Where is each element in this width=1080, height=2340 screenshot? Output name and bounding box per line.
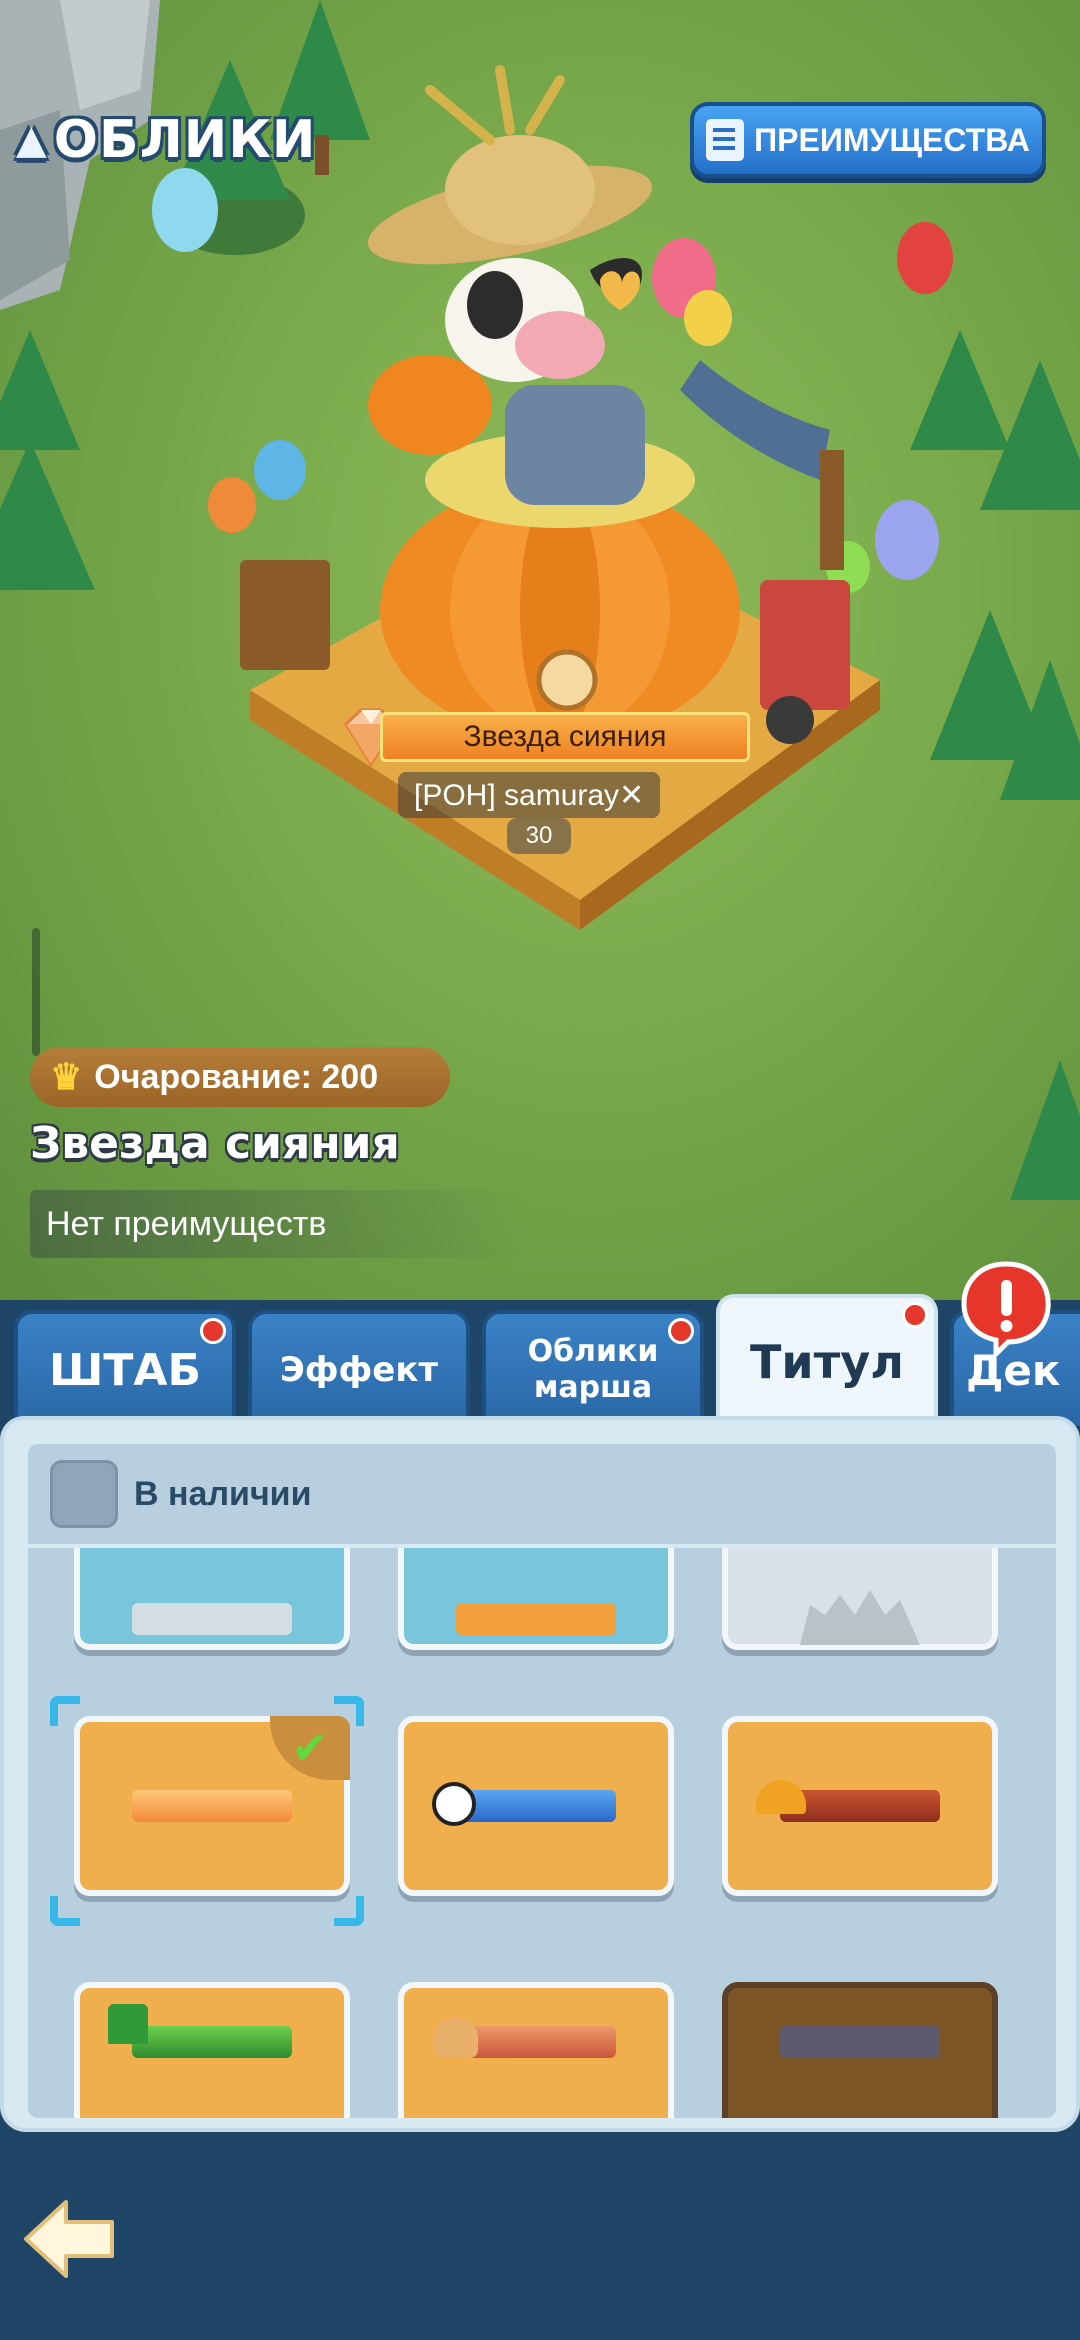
tab-label: Титул	[750, 1335, 904, 1389]
tree-icon: ▲	[16, 117, 48, 163]
tab-label: Эффект	[279, 1350, 439, 1390]
tab-hq[interactable]: ШТАБ	[14, 1310, 236, 1426]
football-frame-icon	[456, 1790, 616, 1822]
player-tag-label: [POH] samuray✕	[414, 778, 645, 812]
scroll-indicator[interactable]	[32, 928, 40, 1056]
shining-star-frame-icon	[132, 1790, 292, 1822]
title-card[interactable]	[398, 1548, 674, 1650]
title-card[interactable]	[74, 1982, 350, 2118]
orange-frame-icon	[456, 1603, 616, 1635]
balloon	[684, 290, 732, 346]
title-card-locked[interactable]	[722, 1982, 998, 2118]
balloon	[208, 477, 256, 533]
tab-title[interactable]: Титул	[716, 1294, 938, 1426]
crown-icon: ♛	[50, 1056, 83, 1097]
title-grid[interactable]: ✔	[28, 1548, 1056, 2118]
filter-bar: В наличии	[28, 1444, 1056, 1544]
back-arrow-icon[interactable]	[20, 2194, 120, 2284]
perks-text: Нет преимуществ	[46, 1204, 327, 1243]
title-card[interactable]	[398, 1716, 674, 1896]
skin-name-plate: Звезда сияния	[380, 712, 750, 762]
balloon	[152, 168, 218, 252]
notification-dot	[668, 1318, 694, 1344]
perks-box: Нет преимуществ	[30, 1190, 530, 1258]
tractor	[760, 580, 850, 710]
title-card[interactable]	[722, 1548, 998, 1650]
selection-corner	[50, 1696, 80, 1726]
category-tabs: ШТАБ Эффект Облики марша Титул Дек	[0, 1290, 1080, 1426]
balloon	[254, 440, 306, 500]
player-level-label: 30	[525, 822, 553, 849]
soccer-ball-icon	[432, 1782, 476, 1826]
advantages-button-label: ПРЕИМУЩЕСТВА	[754, 121, 1030, 158]
selection-corner	[50, 1896, 80, 1926]
player-tag: [POH] samuray✕	[398, 772, 661, 818]
football-frame	[432, 1782, 616, 1826]
skin-preview-scene: ▲ ОБЛИКИ ПРЕИМУЩЕСТВА Звезда сияния [POH…	[0, 0, 1080, 1300]
charm-badge: ♛ Очарование: 200	[30, 1047, 450, 1107]
sandwich-frame-icon	[456, 2026, 616, 2058]
notification-dot	[902, 1302, 928, 1328]
leprechaun-frame-icon	[132, 2026, 292, 2058]
hardhat-frame	[756, 1780, 940, 1822]
screen-title: ▲ ОБЛИКИ	[16, 110, 316, 170]
title-card-selected[interactable]: ✔	[74, 1716, 350, 1896]
available-checkbox[interactable]	[50, 1460, 118, 1528]
sandwich-frame	[434, 2018, 616, 2058]
balloon	[875, 500, 939, 580]
tab-label: ШТАБ	[49, 1344, 201, 1396]
title-card[interactable]	[74, 1548, 350, 1650]
tab-march-skins[interactable]: Облики марша	[482, 1310, 704, 1426]
title-card[interactable]	[398, 1982, 674, 2118]
skin-name-plate-label: Звезда сияния	[463, 720, 667, 753]
notification-dot	[200, 1318, 226, 1344]
sandwich-icon	[434, 2018, 478, 2058]
selection-corner	[334, 1696, 364, 1726]
charm-label: Очарование: 200	[94, 1057, 379, 1096]
document-icon	[706, 119, 745, 161]
leprechaun-hat-icon	[108, 2004, 148, 2044]
selection-corner	[334, 1896, 364, 1926]
available-filter-label: В наличии	[134, 1474, 312, 1513]
title-panel: В наличии ✔	[0, 1416, 1080, 2132]
dark-wing-frame-icon	[780, 2026, 940, 2058]
screen-title-label: ОБЛИКИ	[53, 110, 317, 170]
silver-frame-icon	[132, 1603, 292, 1635]
tab-effect[interactable]: Эффект	[248, 1310, 470, 1426]
bottom-bar	[0, 2148, 1080, 2340]
tree-cluster-right	[910, 330, 1080, 1200]
tab-label: Облики марша	[527, 1334, 659, 1405]
hardhat-icon	[756, 1780, 806, 1814]
skin-title: Звезда сияния	[30, 1118, 400, 1169]
title-card[interactable]	[722, 1716, 998, 1896]
balloon	[897, 222, 953, 294]
leprechaun-frame	[108, 2004, 292, 2058]
advantages-button[interactable]: ПРЕИМУЩЕСТВА	[690, 102, 1046, 178]
castle-frame-icon	[800, 1590, 920, 1645]
alert-icon[interactable]	[956, 1256, 1056, 1356]
player-level-badge: 30	[507, 818, 571, 854]
